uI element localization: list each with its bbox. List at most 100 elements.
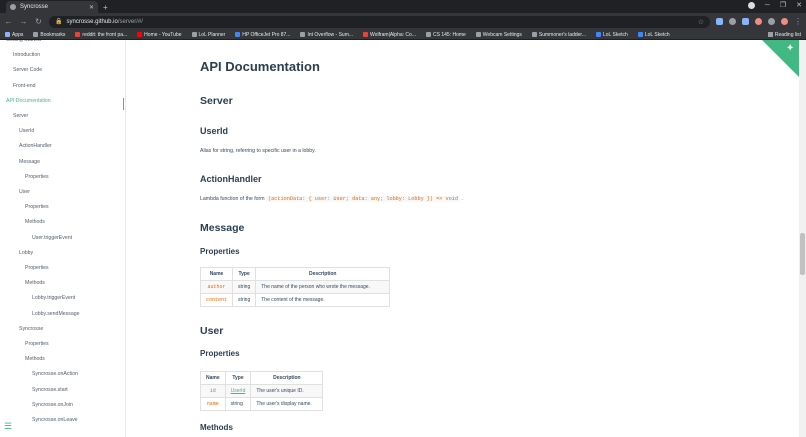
bookmark-item[interactable]: Wolfram|Alpha: Co... xyxy=(363,32,416,38)
sidebar-item[interactable]: Methods xyxy=(25,280,45,286)
table-row: id UserId The user's unique ID. xyxy=(200,384,324,398)
bookmark-item[interactable]: reddit: the front pa... xyxy=(75,32,127,38)
sidebar-item[interactable]: Properties xyxy=(25,174,49,180)
puzzle-icon[interactable] xyxy=(768,18,775,25)
scrollbar-thumb[interactable] xyxy=(800,233,805,275)
tab-title: Syncrosse xyxy=(20,4,49,10)
sidebar-item[interactable]: Getting Started xyxy=(6,40,41,43)
window-controls: ─ ❐ ✕ xyxy=(747,1,802,9)
sidebar-item[interactable]: API Documentation xyxy=(6,98,51,104)
url-host: syncrosse.github.io xyxy=(66,18,118,25)
reading-list-button[interactable]: Reading list xyxy=(767,32,801,38)
table-row: name string The user's display name. xyxy=(200,397,324,411)
sidebar-item[interactable]: Lobby xyxy=(19,250,33,256)
avatar[interactable] xyxy=(781,18,788,25)
heading-message-properties: Properties xyxy=(200,247,240,256)
bookmark-label: Apps xyxy=(12,31,24,38)
heading-message: Message xyxy=(200,222,245,234)
heading-user: User xyxy=(200,325,224,337)
userid-type-link[interactable]: UserId xyxy=(231,388,246,394)
profile-icon[interactable] xyxy=(747,1,755,9)
bookmark-star-icon xyxy=(33,32,39,37)
bookmark-item[interactable]: Summoner's ladder... xyxy=(531,32,586,38)
sidebar-item[interactable]: Properties xyxy=(25,204,49,210)
actionhandler-text: Lambda function of the form xyxy=(200,196,265,202)
back-icon[interactable]: ← xyxy=(4,17,13,26)
page: Getting Started Introduction Server Code Fr… xyxy=(0,40,806,437)
sidebar-item[interactable]: Methods xyxy=(25,219,45,225)
sidebar-item[interactable]: User.triggerEvent xyxy=(32,235,72,241)
property-type: string xyxy=(232,280,257,294)
extension-icon[interactable] xyxy=(755,18,762,25)
property-type: string xyxy=(224,397,252,411)
new-tab-button[interactable]: + xyxy=(103,3,108,12)
sidebar-item[interactable]: Introduction xyxy=(13,52,40,58)
user-properties-table: Name Type Description id UserId The user… xyxy=(200,371,324,411)
bookmark-label: LoL Planner xyxy=(198,31,226,38)
bookmark-plain-icon xyxy=(475,32,481,37)
sidebar-item[interactable]: Properties xyxy=(25,341,49,347)
bookmark-item[interactable]: CS 145: Home xyxy=(426,32,466,38)
table-header-row: Name Type Description xyxy=(200,371,324,385)
page-title: API Documentation xyxy=(200,59,320,74)
sidebar-item[interactable]: Lobby.sendMessage xyxy=(32,311,80,317)
column-header: Type xyxy=(232,267,257,281)
sidebar-item[interactable]: Server xyxy=(13,113,28,119)
table-row: content string The content of the messag… xyxy=(199,293,391,307)
sidebar-item[interactable]: Methods xyxy=(25,356,45,362)
sidebar-item[interactable]: Message xyxy=(19,159,40,165)
menu-icon[interactable]: ⋮ xyxy=(794,17,802,26)
minimize-icon[interactable]: ─ xyxy=(765,2,770,9)
sidebar-item[interactable]: Properties xyxy=(25,265,49,271)
sidebar-item[interactable]: Lobby.triggerEvent xyxy=(32,295,75,301)
heading-actionhandler: ActionHandler xyxy=(200,174,262,184)
bookmark-label: Wolfram|Alpha: Co... xyxy=(370,31,416,38)
extension-icon[interactable] xyxy=(729,18,736,25)
property-name: content xyxy=(199,293,234,307)
close-window-icon[interactable]: ✕ xyxy=(796,1,802,9)
bookmark-label: HP OfficeJet Pro 87... xyxy=(242,31,291,38)
column-header: Name xyxy=(199,267,234,281)
bookmark-label: reddit: the front pa... xyxy=(82,31,128,38)
bookmark-item[interactable]: Apps xyxy=(5,32,23,38)
bookmark-item[interactable]: Bookmarks xyxy=(33,32,65,38)
sidebar-item[interactable]: ActionHandler xyxy=(19,143,52,149)
column-header: Type xyxy=(224,371,252,385)
bookmark-item[interactable]: LoL Sketch xyxy=(595,32,628,38)
bookmark-item[interactable]: Home - YouTube xyxy=(137,31,182,38)
reload-icon[interactable]: ↻ xyxy=(34,17,43,26)
bookmark-label: Home - YouTube xyxy=(144,31,182,38)
sidebar-item[interactable]: Server Code xyxy=(13,67,42,73)
property-name: author xyxy=(199,280,234,294)
sidebar-item[interactable]: Syncrosse.onAction xyxy=(32,371,78,377)
hamburger-icon[interactable]: ☰ xyxy=(4,421,12,432)
maximize-icon[interactable]: ❐ xyxy=(780,1,786,9)
extension-icon[interactable] xyxy=(716,18,723,25)
bookmark-item[interactable]: LoL Planner xyxy=(191,31,226,38)
sidebar-item[interactable]: Syncrosse.onLeave xyxy=(32,417,78,423)
sidebar-item[interactable]: Syncrosse.start xyxy=(32,387,68,393)
bookmark-item[interactable]: Webcam Settings xyxy=(475,32,522,38)
sidebar-item[interactable]: UserId xyxy=(19,128,34,134)
close-tab-icon[interactable]: ✕ xyxy=(89,4,94,11)
bookmark-item[interactable]: LoL Sketch xyxy=(637,32,670,38)
bookmark-item[interactable]: HP OfficeJet Pro 87... xyxy=(235,32,290,38)
sidebar-item[interactable]: User xyxy=(19,189,30,195)
lock-icon[interactable]: 🔒 xyxy=(55,18,62,25)
browser-toolbar: ← → ↻ 🔒 syncrosse.github.io/server/#/ ☆ … xyxy=(0,13,806,30)
scrollbar[interactable] xyxy=(799,40,806,437)
browser-tab[interactable]: Syncrosse ✕ xyxy=(6,1,98,13)
sidebar-item[interactable]: Syncrosse.onJoin xyxy=(32,402,73,408)
bookmark-star-icon[interactable]: ☆ xyxy=(698,18,704,26)
column-header: Description xyxy=(255,267,391,281)
sidebar-item[interactable]: Syncrosse xyxy=(19,326,43,332)
tab-strip: Syncrosse ✕ + ─ ❐ ✕ xyxy=(0,0,806,13)
extension-icon[interactable] xyxy=(742,18,749,25)
bookmark-blue-icon xyxy=(235,32,241,37)
bookmark-plain-icon xyxy=(426,32,431,37)
bookmark-item[interactable]: Int Overflow - Sum... xyxy=(300,32,353,38)
address-bar[interactable]: 🔒 syncrosse.github.io/server/#/ ☆ xyxy=(49,15,710,28)
forward-icon[interactable]: → xyxy=(19,17,28,26)
bookmarks-bar: Apps Bookmarks reddit: the front pa... Home… xyxy=(0,30,806,40)
sidebar-item[interactable]: Front-end xyxy=(13,83,36,89)
